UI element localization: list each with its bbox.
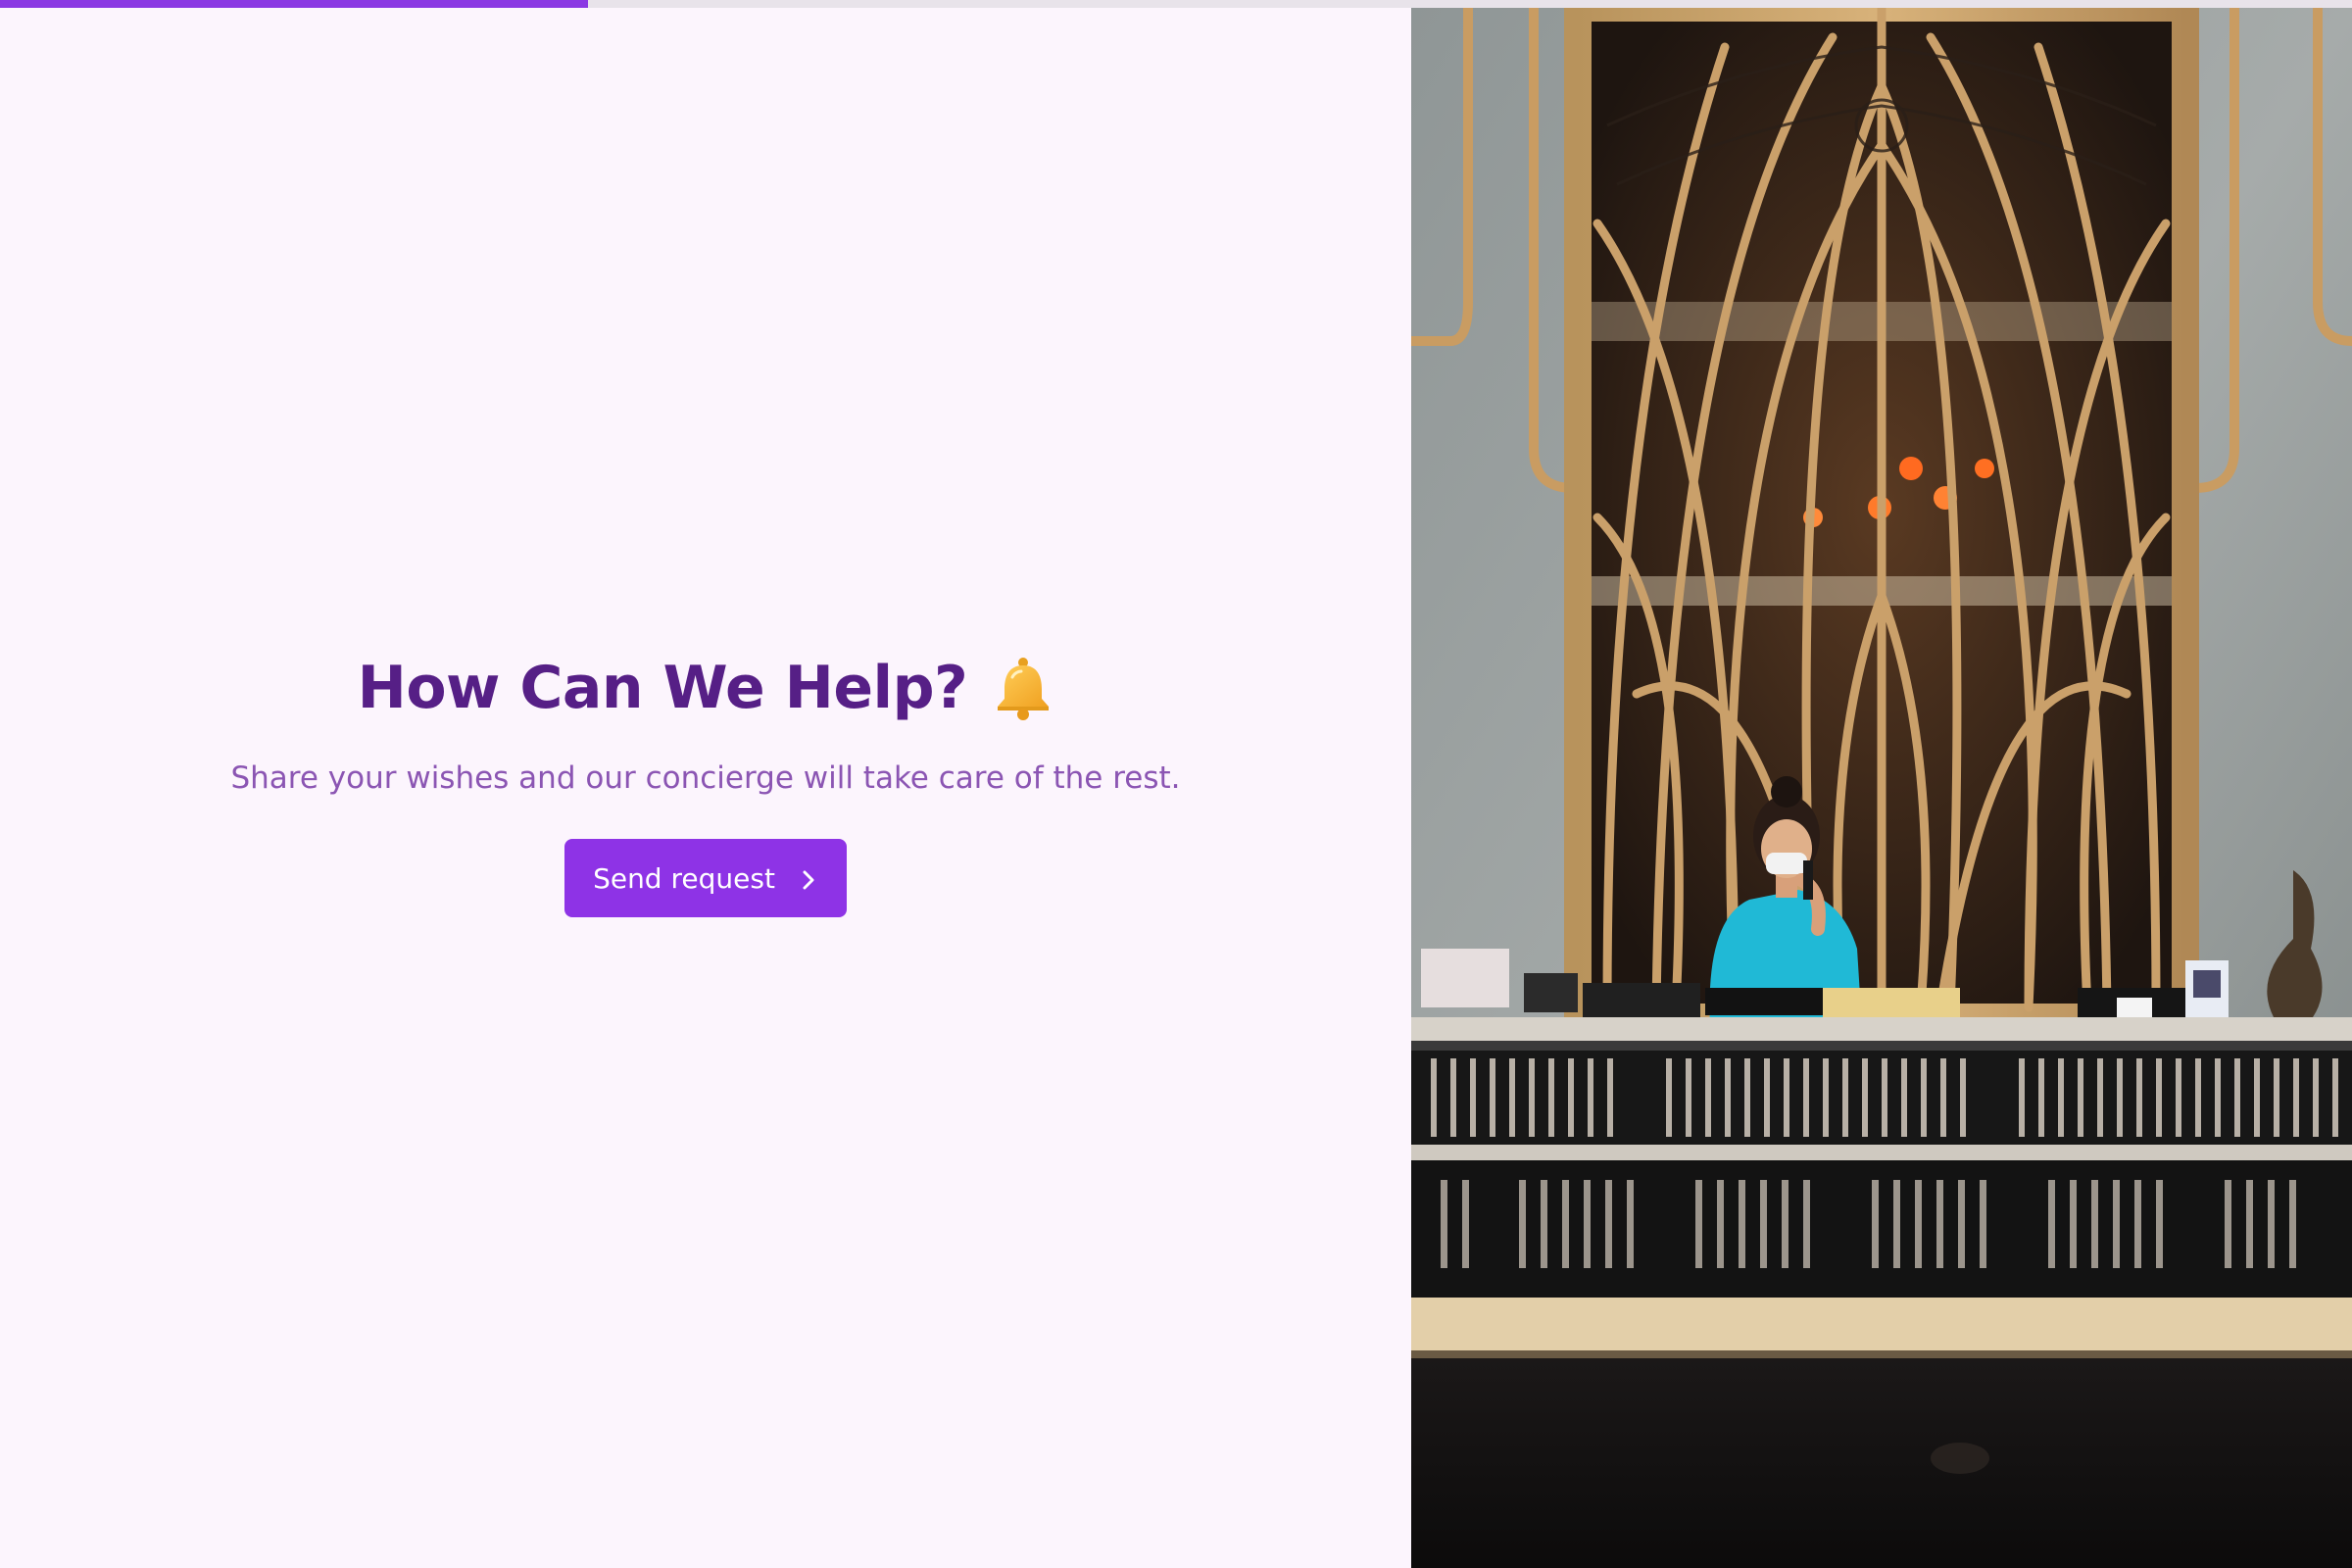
- main-panel: How Can We Help? Share your wishes and o…: [0, 8, 1411, 1568]
- hotel-reception-photo: [1411, 8, 2352, 1568]
- headline-row: How Can We Help?: [0, 649, 1411, 727]
- chevron-right-icon: [799, 866, 818, 890]
- subtitle: Share your wishes and our concierge will…: [230, 760, 1181, 796]
- send-request-label: Send request: [593, 861, 775, 895]
- page-title: How Can We Help?: [357, 654, 968, 722]
- bell-icon: [993, 656, 1054, 720]
- help-section: How Can We Help? Share your wishes and o…: [0, 649, 1411, 917]
- progress-bar: [0, 0, 2352, 8]
- send-request-button[interactable]: Send request: [564, 839, 847, 917]
- progress-bar-fill: [0, 0, 588, 8]
